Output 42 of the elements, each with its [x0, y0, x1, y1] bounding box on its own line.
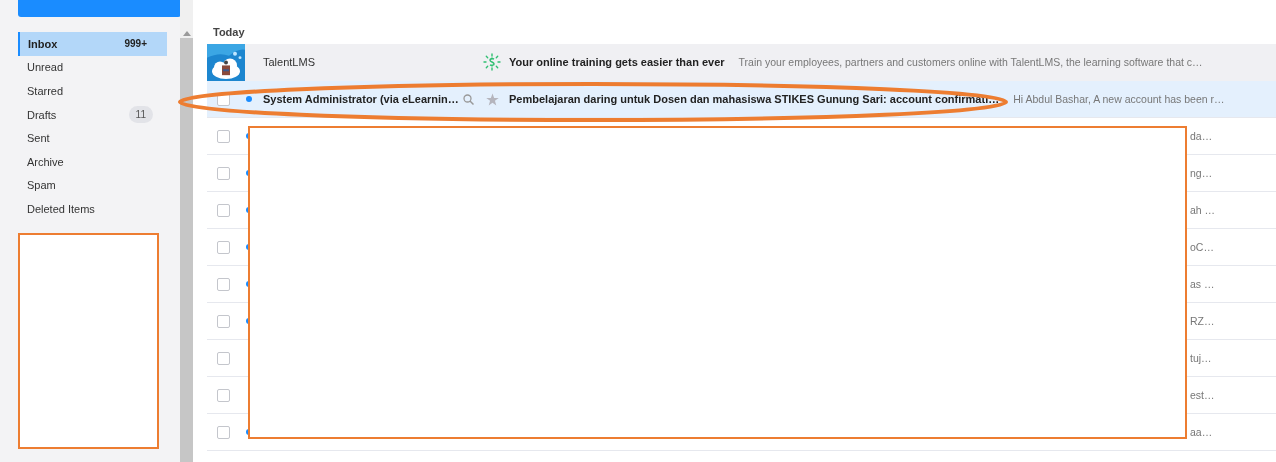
scroll-up-icon[interactable]: [182, 31, 191, 36]
checkbox[interactable]: [217, 425, 230, 439]
folder-item[interactable]: Spam: [18, 173, 167, 198]
folder-item[interactable]: Drafts 11: [18, 102, 167, 127]
checkbox[interactable]: [217, 277, 230, 291]
message-row[interactable]: TalentLMS Your online training gets easier than ever Train your employees, partners and customers online with TalentLMS, the learning software that c…: [207, 44, 1276, 81]
count-badge: 11: [128, 106, 153, 124]
checkbox[interactable]: [217, 240, 230, 254]
message-preview: Train your employees, partners and customers online with TalentLMS, the learning software that c…: [738, 56, 1204, 68]
message-preview: aa…: [1190, 426, 1214, 438]
sender-name: System Administrator (via eLearnin…: [263, 93, 459, 105]
message-preview: tuj…: [1190, 352, 1213, 364]
message-preview: as …: [1190, 278, 1216, 290]
sunburst-icon: [483, 53, 501, 71]
folder-item[interactable]: Unread: [18, 55, 167, 80]
folder-item[interactable]: Deleted Items: [18, 197, 167, 221]
message-preview: oC…: [1190, 241, 1215, 253]
scrollbar[interactable]: [180, 0, 193, 462]
search-icon[interactable]: [463, 93, 474, 105]
checkbox[interactable]: [217, 129, 230, 143]
count-label: 999+: [124, 38, 147, 50]
folder-item[interactable]: Archive: [18, 149, 167, 174]
message-preview: Hi Abdul Bashar, A new account has been r…: [1013, 93, 1226, 105]
message-preview: ah …: [1190, 204, 1217, 216]
folder-item[interactable]: Inbox 999+: [18, 32, 167, 56]
sender-name: TalentLMS: [263, 56, 316, 68]
star-icon[interactable]: [486, 92, 499, 106]
message-preview: est…: [1190, 389, 1216, 401]
checkbox[interactable]: [217, 314, 230, 328]
message-preview: ng…: [1190, 167, 1214, 179]
message-subject: Pembelajaran daring untuk Dosen dan mahasiswa STIKES Gunung Sari: account confirmati…: [509, 93, 1000, 105]
message-preview: da…: [1190, 130, 1214, 142]
message-subject: Your online training gets easier than ever: [509, 56, 725, 68]
compose-button[interactable]: [18, 0, 181, 17]
checkbox[interactable]: [217, 351, 230, 365]
message-preview: RZ…: [1190, 315, 1216, 327]
folder-item[interactable]: Sent: [18, 126, 167, 150]
checkbox[interactable]: [217, 203, 230, 217]
checkbox[interactable]: [217, 166, 230, 180]
folder-item[interactable]: Starred: [18, 79, 167, 103]
checkbox[interactable]: [217, 388, 230, 402]
section-heading: Today: [212, 25, 246, 40]
